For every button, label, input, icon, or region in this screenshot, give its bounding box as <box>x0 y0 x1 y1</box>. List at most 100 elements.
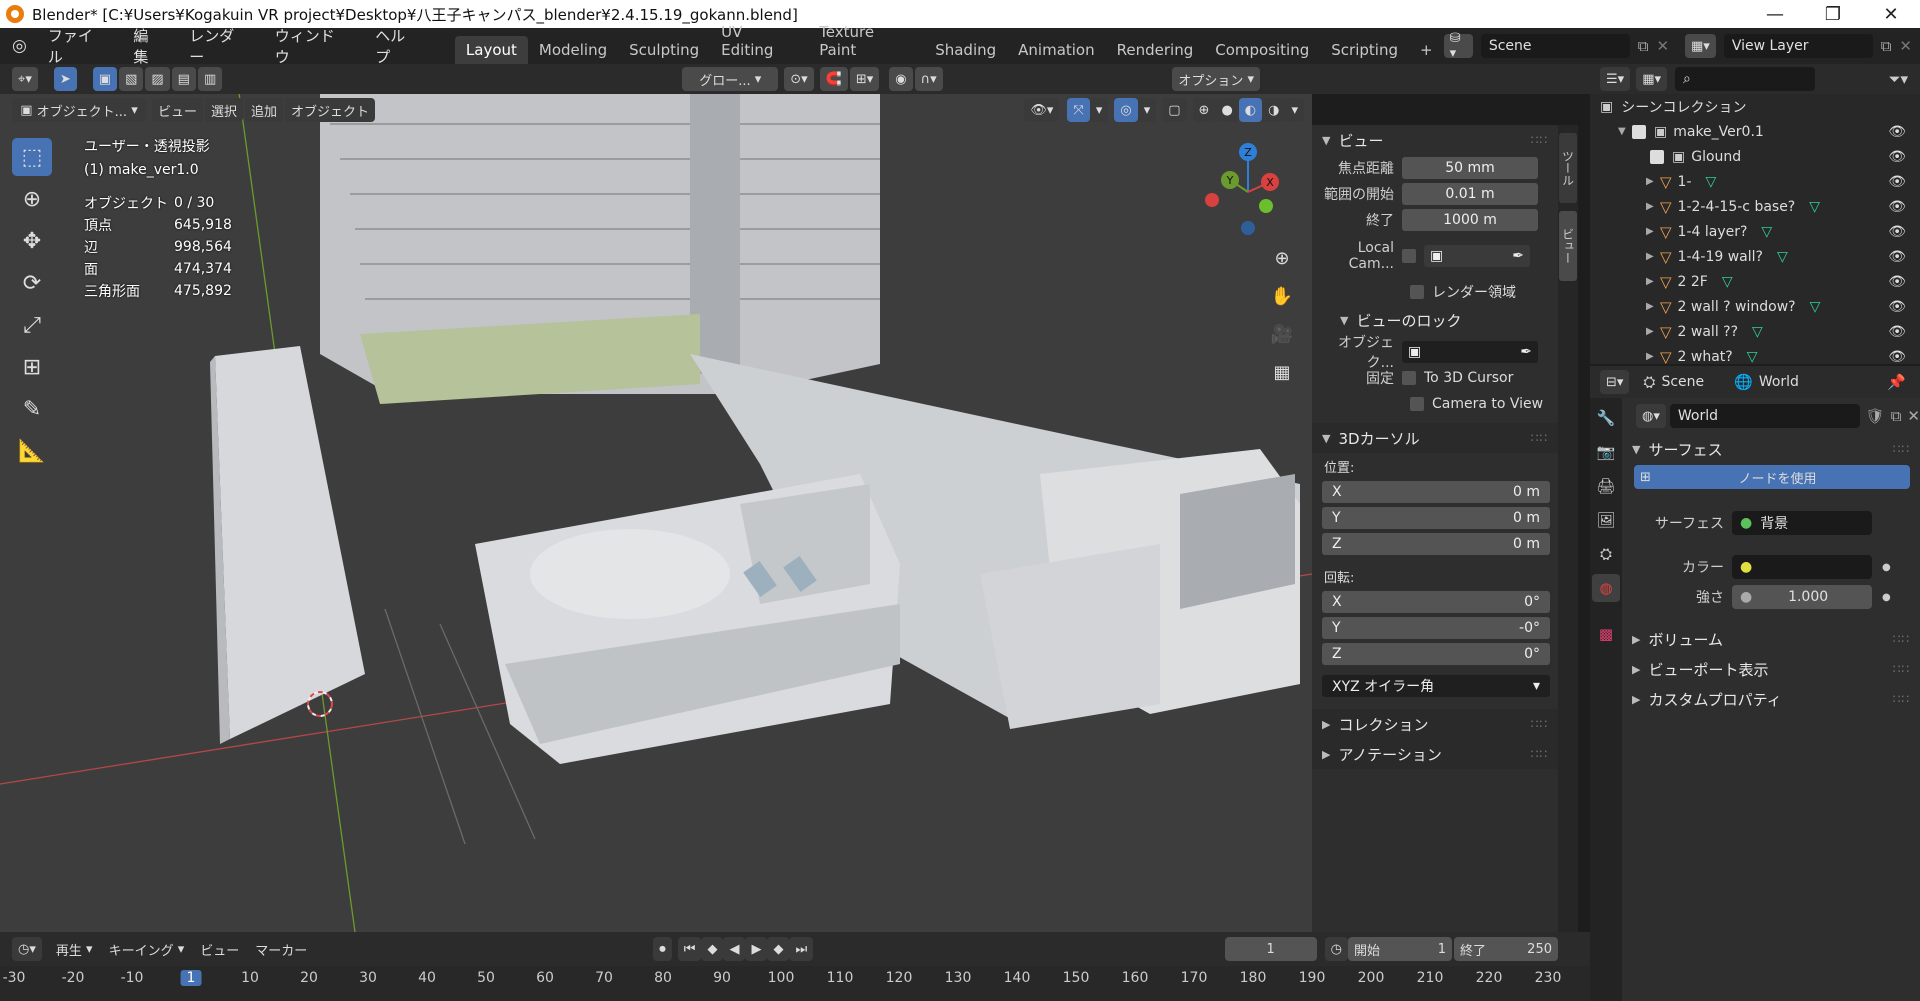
overlay-toggle-icon[interactable]: ◎ <box>1114 98 1138 122</box>
mode-dropdown[interactable]: ▣ オブジェクト... ▾ <box>12 98 146 122</box>
surface-panel-header[interactable]: ▼ サーフェス ∷∷ <box>1622 434 1920 464</box>
menu-help[interactable]: ヘルプ <box>362 25 433 67</box>
focal-length-field[interactable]: 50 mm <box>1402 157 1538 179</box>
transform-orientation-dropdown[interactable]: グロー... ▾ <box>682 67 779 91</box>
shading-wireframe-icon[interactable]: ⊕ <box>1192 98 1216 122</box>
cursor-location-x-field[interactable]: X0 m <box>1322 481 1550 503</box>
outliner-search-input[interactable]: ⌕ <box>1675 67 1815 91</box>
eye-icon[interactable]: 👁 <box>1888 249 1906 265</box>
tab-uv-editing[interactable]: UV Editing <box>710 18 808 64</box>
view-layer-props-icon[interactable]: 🖼 <box>1592 506 1620 534</box>
annotations-panel-header[interactable]: ▶ アノテーション ∷∷ <box>1312 739 1558 769</box>
world-unlink-icon[interactable]: ✕ <box>1907 407 1920 425</box>
navigation-gizmo[interactable]: Z Y X <box>1200 140 1280 250</box>
camera-icon[interactable]: 🎥 <box>1266 318 1298 350</box>
eye-icon[interactable]: 👁 <box>1888 174 1906 190</box>
clip-end-field[interactable]: 1000 m <box>1402 209 1538 231</box>
timeline-ruler[interactable]: -30 -20 -10 1 10 20 30 40 50 60 70 80 90 100 110 120 130… <box>0 966 1590 1001</box>
eye-icon[interactable]: 👁 <box>1888 274 1906 290</box>
volume-panel-header[interactable]: ▶ ボリューム ∷∷ <box>1622 624 1920 654</box>
playhead[interactable]: 1 <box>180 970 202 986</box>
gizmo-toggle-icon[interactable]: ⤧ <box>1067 98 1090 122</box>
menu-view[interactable]: ビュー <box>152 98 204 122</box>
eye-icon[interactable]: 👁 <box>1888 349 1906 365</box>
annotate-tool-icon[interactable]: ✎ <box>12 390 52 428</box>
tab-rendering[interactable]: Rendering <box>1106 36 1205 64</box>
surface-shader-field[interactable]: ● 背景 <box>1732 511 1872 535</box>
snap-target-dropdown[interactable]: ⊞▾ <box>849 67 880 91</box>
select-box-tool-icon[interactable]: ⬚ <box>12 138 52 176</box>
clip-start-field[interactable]: 0.01 m <box>1402 183 1538 205</box>
view-panel-header[interactable]: ▼ ビュー ∷∷ <box>1312 125 1558 155</box>
menu-edit[interactable]: 編集 <box>120 25 176 67</box>
start-frame-field[interactable]: 開始 1 <box>1348 937 1452 961</box>
minimize-button[interactable]: — <box>1746 4 1804 25</box>
overlay-dropdown[interactable]: ▾ <box>1137 98 1157 122</box>
outliner-item[interactable]: ▶ ▽ 1-2-4-15-c base? ▽ 👁 <box>1590 194 1920 219</box>
select-new-icon[interactable]: ▣ <box>92 67 118 91</box>
ortho-grid-icon[interactable]: ▦ <box>1266 356 1298 388</box>
cursor-location-y-field[interactable]: Y0 m <box>1322 507 1550 529</box>
collection-checkbox[interactable] <box>1650 149 1664 164</box>
prev-keyframe-icon[interactable]: ◆ <box>701 937 724 961</box>
tab-layout[interactable]: Layout <box>454 36 528 64</box>
custom-properties-panel-header[interactable]: ▶ カスタムプロパティ ∷∷ <box>1622 684 1920 714</box>
next-keyframe-icon[interactable]: ◆ <box>767 937 790 961</box>
falloff-icon[interactable]: ∩▾ <box>914 67 943 91</box>
fake-user-icon[interactable]: 🛡 <box>1866 407 1885 425</box>
tab-modeling[interactable]: Modeling <box>528 36 618 64</box>
outliner-item[interactable]: ▶ ▽ 1- ▽ 👁 <box>1590 169 1920 194</box>
menu-file[interactable]: ファイル <box>35 25 121 67</box>
jump-end-icon[interactable]: ⏭ <box>789 937 814 961</box>
tool-settings-icon[interactable]: 🔧 <box>1592 404 1620 432</box>
marker-menu[interactable]: マーカー <box>249 937 313 961</box>
display-mode-icon[interactable]: ▦▾ <box>1636 67 1667 91</box>
filter-icon[interactable]: ⏷▾ <box>1888 70 1908 88</box>
snap-toggle-icon[interactable]: 🧲 <box>819 67 848 91</box>
eye-icon[interactable]: 👁 <box>1888 299 1906 315</box>
close-button[interactable]: ✕ <box>1862 4 1920 25</box>
world-name-field[interactable]: World <box>1669 404 1860 428</box>
rotate-tool-icon[interactable]: ⟳ <box>12 264 52 302</box>
lock-object-field[interactable]: ▣ ✒ <box>1402 341 1538 363</box>
3d-cursor-panel-header[interactable]: ▼ 3Dカーソル ∷∷ <box>1312 423 1558 453</box>
world-browse-icon[interactable]: ◍▾ <box>1636 404 1666 428</box>
view-layer-copy-icon[interactable]: ⧉ <box>1881 37 1892 55</box>
jump-start-icon[interactable]: ⏮ <box>677 937 702 961</box>
breadcrumb-world[interactable]: World <box>1759 374 1799 390</box>
local-camera-checkbox[interactable] <box>1402 249 1416 263</box>
play-reverse-icon[interactable]: ◀ <box>723 937 746 961</box>
outliner-item[interactable]: ▶ ▽ 2 2F ▽ 👁 <box>1590 269 1920 294</box>
outliner-item[interactable]: ▶ ▽ 1-4-19 wall? ▽ 👁 <box>1590 244 1920 269</box>
to-3d-cursor-checkbox[interactable] <box>1402 371 1416 385</box>
tab-animation[interactable]: Animation <box>1007 36 1105 64</box>
3d-viewport[interactable]: ユーザー・透視投影 (1) make_ver1.0 オブジェクト 0 / 30 頂… <box>0 64 1312 932</box>
maximize-button[interactable]: ❐ <box>1804 4 1862 25</box>
cursor-rotation-y-field[interactable]: Y -0° <box>1322 617 1550 639</box>
select-mode-icon[interactable]: ➤ <box>53 67 77 91</box>
timeline-editor-type-icon[interactable]: ◷▾ <box>12 937 42 961</box>
view-lock-header[interactable]: ▼ ビューのロック <box>1312 305 1558 335</box>
tab-texture-paint[interactable]: Texture Paint <box>808 18 924 64</box>
tab-sculpting[interactable]: Sculpting <box>618 36 710 64</box>
render-props-icon[interactable]: 📷 <box>1592 438 1620 466</box>
view-layer-close-icon[interactable]: ✕ <box>1899 37 1912 55</box>
playback-menu[interactable]: 再生 ▾ <box>50 937 99 961</box>
pivot-point-dropdown[interactable]: ⊙▾ <box>784 67 814 91</box>
scene-close-icon[interactable]: ✕ <box>1656 37 1669 55</box>
outliner-editor-type-icon[interactable]: ☰▾ <box>1600 67 1631 91</box>
timeline-view-menu[interactable]: ビュー <box>194 937 245 961</box>
eye-icon[interactable]: 👁 <box>1888 224 1906 240</box>
menu-render[interactable]: レンダー <box>176 25 262 67</box>
move-tool-icon[interactable]: ✥ <box>12 222 52 260</box>
scale-tool-icon[interactable]: ⤢ <box>12 306 52 344</box>
eye-icon[interactable]: 👁 <box>1888 124 1906 140</box>
select-subtract-icon[interactable]: ▨ <box>145 67 170 91</box>
visibility-dropdown[interactable]: 👁▾ <box>1024 98 1060 122</box>
strength-field[interactable]: ● 1.000 <box>1732 585 1872 609</box>
cursor-location-z-field[interactable]: Z0 m <box>1322 533 1550 555</box>
tab-scripting[interactable]: Scripting <box>1320 36 1409 64</box>
world-props-icon[interactable]: ◍ <box>1592 574 1620 602</box>
current-frame-field[interactable]: 1 <box>1224 937 1317 961</box>
pin-icon[interactable]: 📌 <box>1887 373 1906 391</box>
